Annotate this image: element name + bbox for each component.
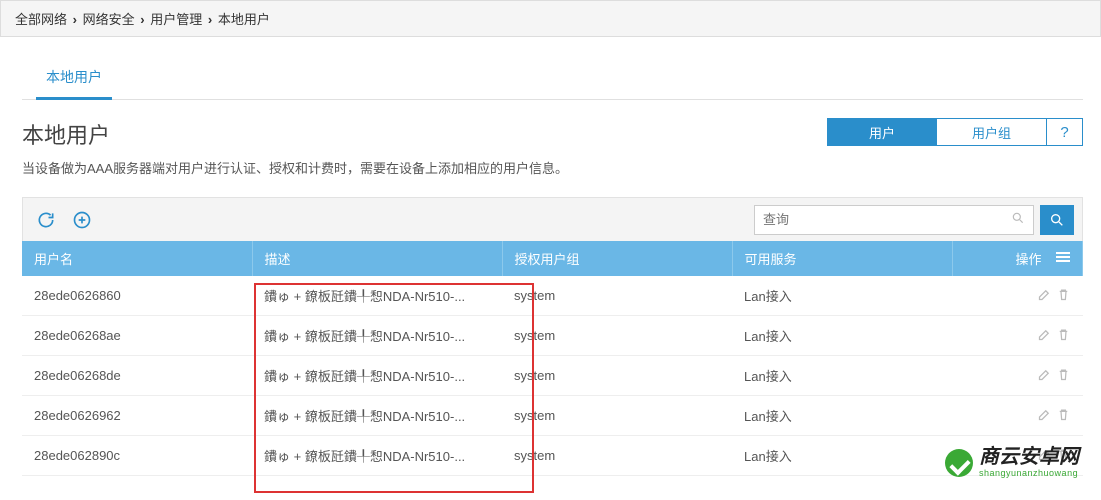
cell-ops	[952, 396, 1083, 436]
cell-ops	[952, 356, 1083, 396]
view-user-button[interactable]: 用户	[827, 118, 937, 146]
breadcrumb-item: 本地用户	[218, 12, 270, 27]
cell-ops	[952, 316, 1083, 356]
col-username[interactable]: 用户名	[22, 241, 252, 276]
cell-username: 28ede0626860	[22, 276, 252, 316]
page-subtitle: 当设备做为AAA服务器端对用户进行认证、授权和计费时，需要在设备上添加相应的用户…	[22, 158, 568, 177]
toolbar	[22, 197, 1083, 241]
col-description[interactable]: 描述	[252, 241, 502, 276]
watermark: 商云安卓网 shangyunanzhuowang	[945, 447, 1079, 478]
column-menu-icon[interactable]	[1056, 250, 1070, 264]
page-title: 本地用户	[22, 118, 568, 150]
cell-service: Lan接入	[732, 276, 952, 316]
cell-group: system	[502, 396, 732, 436]
tab-bar: 本地用户	[22, 57, 1083, 100]
cell-service: Lan接入	[732, 396, 952, 436]
search-input[interactable]	[763, 212, 1011, 227]
search-inline-icon	[1011, 211, 1025, 228]
cell-username: 28ede06268de	[22, 356, 252, 396]
view-usergroup-button[interactable]: 用户组	[937, 118, 1047, 146]
breadcrumb: 全部网络 › 网络安全 › 用户管理 › 本地用户	[0, 0, 1101, 37]
breadcrumb-item[interactable]: 用户管理	[150, 12, 202, 27]
cell-service: Lan接入	[732, 316, 952, 356]
cell-description: 鐨ゅ + 鐐板瓩鐨╀惒NDA-Nr510-...	[252, 436, 502, 476]
cell-username: 28ede0626962	[22, 396, 252, 436]
cell-description: 鐨ゅ + 鐐板瓩鐨╀惒NDA-Nr510-...	[252, 316, 502, 356]
edit-icon[interactable]	[1037, 407, 1052, 422]
cell-username: 28ede062890c	[22, 436, 252, 476]
cell-service: Lan接入	[732, 356, 952, 396]
watermark-logo-icon	[945, 449, 973, 477]
table-row[interactable]: 28ede06268ae鐨ゅ + 鐐板瓩鐨╀惒NDA-Nr510-...syst…	[22, 316, 1083, 356]
cell-group: system	[502, 276, 732, 316]
breadcrumb-item[interactable]: 全部网络	[15, 12, 67, 27]
search-button[interactable]	[1040, 205, 1074, 235]
cell-ops	[952, 276, 1083, 316]
watermark-pinyin: shangyunanzhuowang	[979, 469, 1079, 478]
edit-icon[interactable]	[1037, 287, 1052, 302]
cell-description: 鐨ゅ + 鐐板瓩鐨╀惒NDA-Nr510-...	[252, 276, 502, 316]
cell-group: system	[502, 356, 732, 396]
watermark-text: 商云安卓网	[979, 447, 1079, 467]
table-row[interactable]: 28ede062890c鐨ゅ + 鐐板瓩鐨╀惒NDA-Nr510-...syst…	[22, 436, 1083, 476]
cell-group: system	[502, 436, 732, 476]
table-row[interactable]: 28ede0626860鐨ゅ + 鐐板瓩鐨╀惒NDA-Nr510-...syst…	[22, 276, 1083, 316]
table-row[interactable]: 28ede06268de鐨ゅ + 鐐板瓩鐨╀惒NDA-Nr510-...syst…	[22, 356, 1083, 396]
edit-icon[interactable]	[1037, 327, 1052, 342]
delete-icon[interactable]	[1056, 367, 1071, 382]
refresh-icon	[36, 210, 56, 230]
user-table: 用户名 描述 授权用户组 可用服务 操作 28ede0626860鐨ゅ + 鐐板…	[22, 241, 1083, 476]
col-service[interactable]: 可用服务	[732, 241, 952, 276]
cell-username: 28ede06268ae	[22, 316, 252, 356]
delete-icon[interactable]	[1056, 407, 1071, 422]
breadcrumb-item[interactable]: 网络安全	[83, 12, 135, 27]
cell-service: Lan接入	[732, 436, 952, 476]
col-ops[interactable]: 操作	[952, 241, 1083, 276]
table-row[interactable]: 28ede0626962鐨ゅ + 鐐板瓩鐨╀惒NDA-Nr510-...syst…	[22, 396, 1083, 436]
search-box	[754, 205, 1034, 235]
cell-group: system	[502, 316, 732, 356]
cell-description: 鐨ゅ + 鐐板瓩鐨╀惒NDA-Nr510-...	[252, 396, 502, 436]
search-icon	[1049, 212, 1065, 228]
delete-icon[interactable]	[1056, 287, 1071, 302]
refresh-button[interactable]	[31, 205, 61, 235]
cell-description: 鐨ゅ + 鐐板瓩鐨╀惒NDA-Nr510-...	[252, 356, 502, 396]
tab-local-user[interactable]: 本地用户	[22, 57, 126, 99]
plus-circle-icon	[72, 210, 92, 230]
add-button[interactable]	[67, 205, 97, 235]
help-button[interactable]: ?	[1047, 118, 1083, 146]
col-auth-group[interactable]: 授权用户组	[502, 241, 732, 276]
edit-icon[interactable]	[1037, 367, 1052, 382]
delete-icon[interactable]	[1056, 327, 1071, 342]
view-switch: 用户 用户组 ?	[827, 118, 1083, 146]
